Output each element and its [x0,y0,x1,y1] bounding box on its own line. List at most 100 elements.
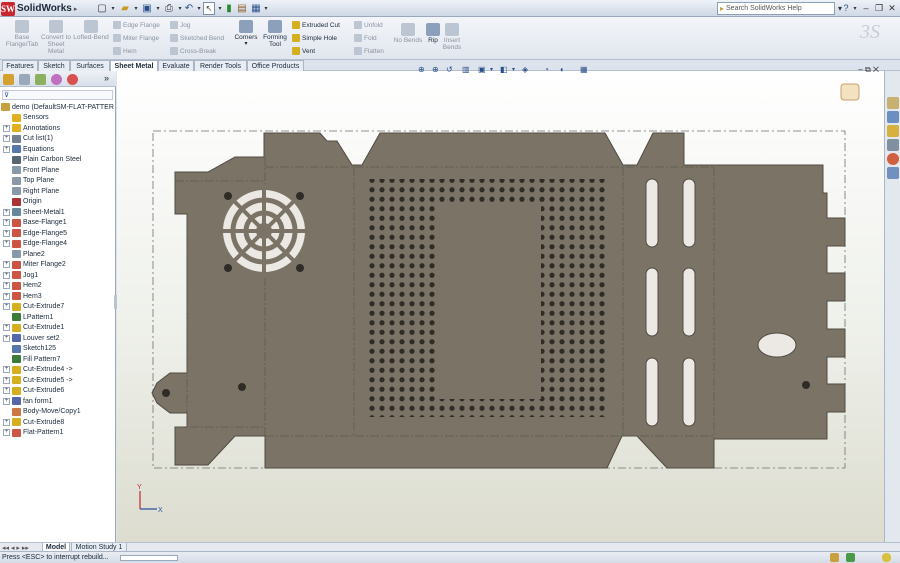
file-explorer-icon[interactable] [887,125,899,137]
tree-item[interactable]: + fan form1 [3,396,53,407]
view-orientation-dropdown-icon[interactable]: ▾ [490,64,493,74]
tree-item[interactable]: + Flat-Pattern1 [3,428,63,439]
expand-toggle-icon[interactable]: + [3,145,10,153]
expand-toggle-icon[interactable]: + [3,229,10,237]
tree-item[interactable]: + Equations [3,144,54,155]
tree-item[interactable]: Plane2 [3,249,45,260]
expand-toggle-icon[interactable]: + [3,219,10,227]
convert-to-sheet-metal-button[interactable]: Convert to Sheet Metal [41,20,71,55]
select-dropdown-icon[interactable]: ▾ [217,2,223,15]
print-icon[interactable]: ⎙ [163,2,175,15]
close-icon[interactable]: ✕ [886,2,898,14]
tree-item[interactable]: + Jog1 [3,270,38,281]
expand-toggle-icon[interactable]: + [3,324,10,332]
save-dropdown-icon[interactable]: ▾ [155,2,161,15]
undo-dropdown-icon[interactable]: ▾ [196,2,202,15]
app-logo[interactable]: SW SolidWorks ▸ [1,1,77,16]
search-box[interactable]: ▸ Search SolidWorks Help [717,2,835,15]
tree-item[interactable]: + Hem2 [3,281,42,292]
viewport-window-controls[interactable]: – ⧉ ✕ [858,65,879,75]
forming-tool-button[interactable]: Forming Tool [262,20,288,48]
sketched-bend-button[interactable]: Sketched Bend [170,33,224,43]
tree-item[interactable]: + Cut-Extrude1 [3,323,64,334]
hem-button[interactable]: Hem [113,46,137,56]
vent-button[interactable]: Vent [292,46,315,56]
custom-properties-icon[interactable] [887,167,899,179]
flatten-button[interactable]: Flatten [354,46,384,56]
expand-toggle-icon[interactable]: + [3,261,10,269]
base-flange-button[interactable]: Base Flange/Tab [4,20,40,48]
property-manager-icon[interactable] [19,74,30,85]
tab-sketch[interactable]: Sketch [38,60,70,71]
no-bends-button[interactable]: No Bends [392,23,424,44]
home-icon[interactable] [887,97,899,109]
expand-toggle-icon[interactable]: + [3,271,10,279]
undo-icon[interactable]: ↶ [183,2,195,15]
cross-break-button[interactable]: Cross-Break [170,46,216,56]
display-manager-icon[interactable] [67,74,78,85]
tab-office-products[interactable]: Office Products [247,60,304,71]
open-icon[interactable]: ▰ [119,2,131,15]
dimxpert-icon[interactable] [51,74,62,85]
zoom-to-fit-icon[interactable]: ⊕ [418,64,425,74]
minimize-icon[interactable]: – [860,2,872,14]
tab-render-tools[interactable]: Render Tools [194,60,247,71]
tab-sheet-metal[interactable]: Sheet Metal [110,60,158,71]
help-status-icon[interactable] [882,553,891,562]
tree-item[interactable]: Origin [3,197,42,208]
tab-features[interactable]: Features [2,60,38,71]
expand-toggle-icon[interactable]: + [3,397,10,405]
simple-hole-button[interactable]: Simple Hole [292,33,337,43]
tree-item[interactable]: + Cut-Extrude4 -> [3,365,73,376]
tree-item[interactable]: Sensors [3,113,49,124]
tree-item[interactable]: Sketch125 [3,344,56,355]
tree-item[interactable]: + Edge-Flange5 [3,228,67,239]
units-icon[interactable] [846,553,855,562]
rip-button[interactable]: Rip [425,23,441,44]
file-properties-icon[interactable]: ▤ [236,2,248,15]
tree-item[interactable]: Front Plane [3,165,59,176]
tree-item[interactable]: + Annotations [3,123,60,134]
corners-dropdown-icon[interactable]: ▾ [244,41,247,48]
options-dropdown-icon[interactable]: ▾ [263,2,269,15]
filter-field[interactable]: ⊽ [2,90,113,100]
unfold-button[interactable]: Unfold [354,20,383,30]
expand-toggle-icon[interactable]: + [3,240,10,248]
appearances-icon[interactable] [887,153,899,165]
open-dropdown-icon[interactable]: ▾ [133,2,139,15]
view-settings-icon[interactable]: ▦ [580,64,588,74]
tree-item[interactable]: + Sheet-Metal1 [3,207,65,218]
view-orientation-icon[interactable]: ▣ [478,64,486,74]
extruded-cut-button[interactable]: Extruded Cut [292,20,340,30]
fan-vent[interactable] [217,184,311,278]
tree-item[interactable]: + Cut list(1) [3,134,53,145]
corners-button[interactable]: Corners ▾ [233,20,259,48]
design-library-icon[interactable] [887,111,899,123]
expand-toggle-icon[interactable]: + [3,292,10,300]
tree-item[interactable]: + Cut-Extrude6 [3,386,64,397]
tree-item[interactable]: Fill Pattern7 [3,354,60,365]
rebuild-icon[interactable]: ▮ [225,2,233,15]
tree-item[interactable]: + Louver set2 [3,333,60,344]
configuration-manager-icon[interactable] [35,74,46,85]
display-style-icon[interactable]: ◧ [500,64,508,74]
expand-toggle-icon[interactable]: + [3,303,10,311]
tree-item[interactable]: Plain Carbon Steel [3,155,81,166]
tree-item[interactable]: + Hem3 [3,291,42,302]
new-dropdown-icon[interactable]: ▾ [110,2,116,15]
edge-flange-button[interactable]: Edge Flange [113,20,160,30]
new-icon[interactable]: ▢ [96,2,108,15]
tree-item[interactable]: Body-Move/Copy1 [3,407,81,418]
lofted-bend-button[interactable]: Lofted-Bend [72,20,110,41]
insert-bends-button[interactable]: Insert Bends [441,23,463,51]
tree-item[interactable]: demo (DefaultSM-FLAT-PATTER [1,102,114,113]
expand-toggle-icon[interactable]: + [3,124,10,132]
section-view-icon[interactable]: ▥ [462,64,470,74]
tree-item[interactable]: LPattern1 [3,312,53,323]
hide-show-icon[interactable]: ◈ [522,64,528,74]
menu-arrow-icon[interactable]: ▸ [74,5,78,13]
tree-item[interactable]: + Cut-Extrude8 [3,417,64,428]
scene-icon[interactable] [840,83,860,101]
fold-button[interactable]: Fold [354,33,377,43]
edit-appearance-icon[interactable]: ◔ [544,64,549,74]
